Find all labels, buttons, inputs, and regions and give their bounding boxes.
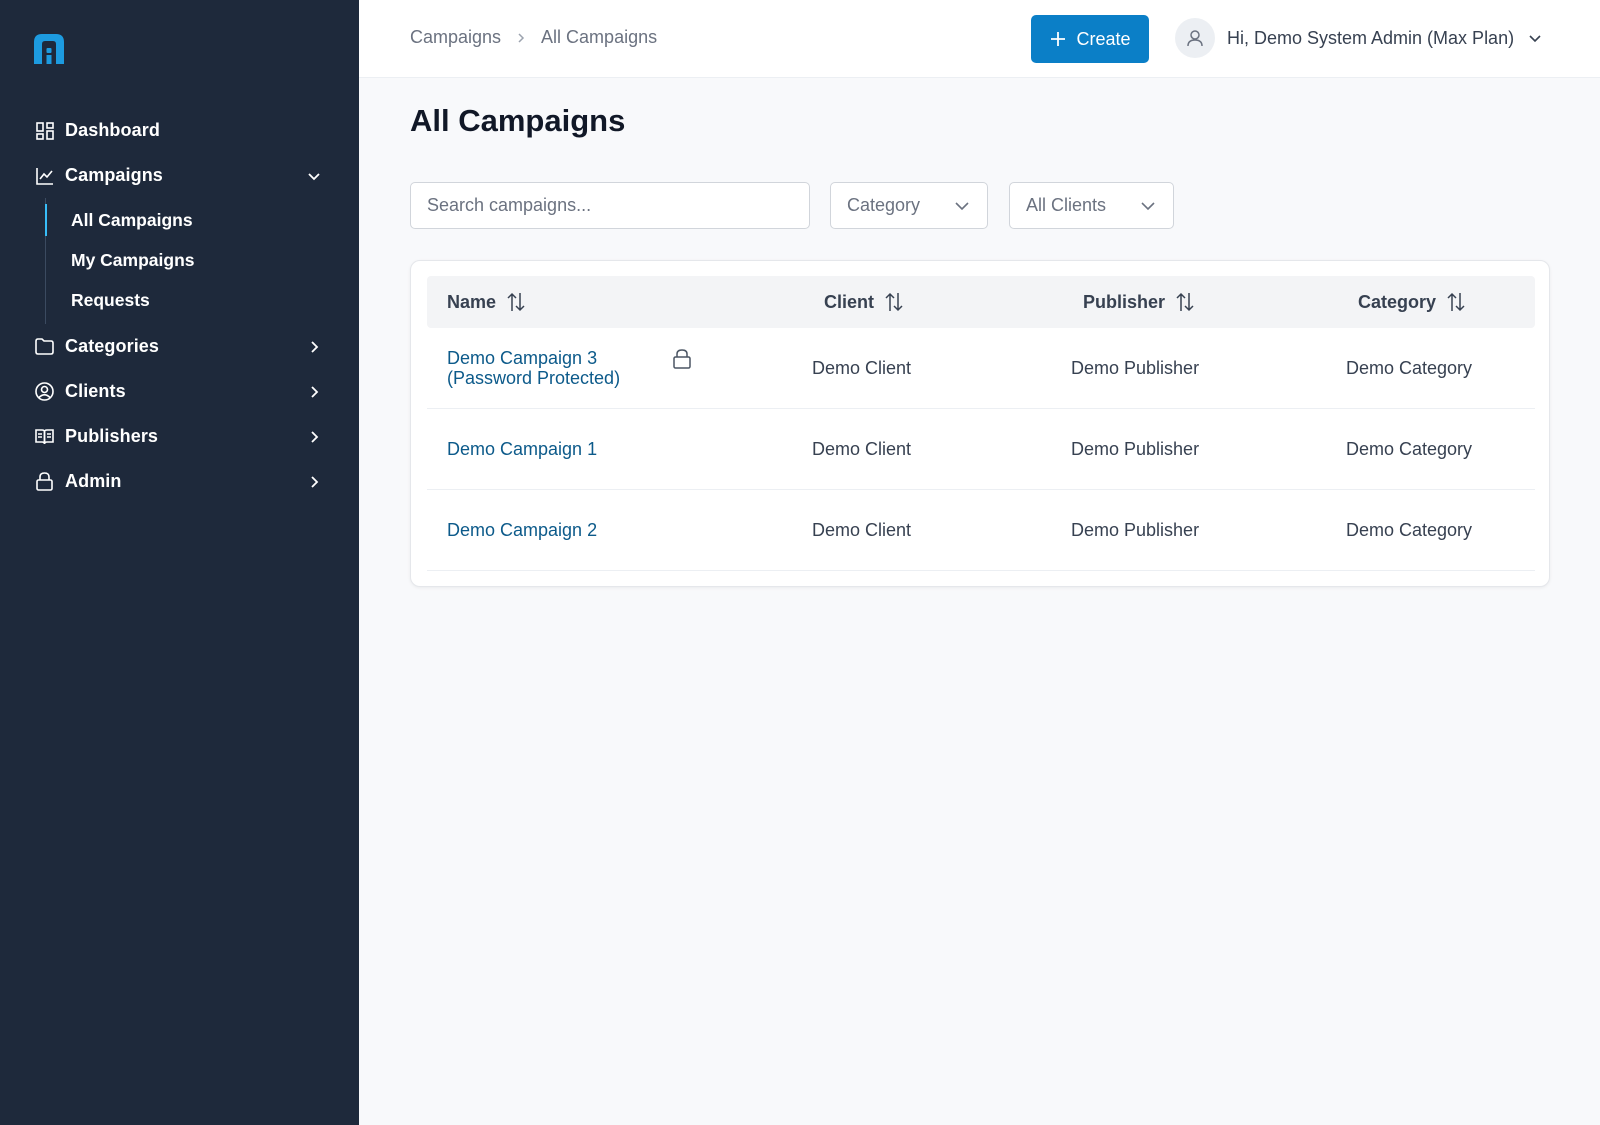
user-greeting: Hi, Demo System Admin (Max Plan) — [1227, 27, 1515, 48]
chart-icon — [35, 166, 54, 185]
campaign-name-line: Demo Campaign 3 — [447, 348, 598, 368]
client-filter-value: All Clients — [1026, 195, 1107, 215]
campaign-name-link[interactable]: Demo Campaign 3 (Password Protected) — [447, 328, 620, 408]
column-header-client[interactable]: Client — [824, 276, 904, 328]
app-logo[interactable] — [30, 30, 68, 68]
chevron-down-icon — [1529, 35, 1541, 43]
sidebar-item-label: Clients — [65, 381, 126, 401]
chevron-right-icon — [311, 340, 319, 353]
chevron-right-icon — [311, 475, 319, 488]
client-cell: Demo Client — [812, 519, 912, 540]
sidebar-item-admin[interactable]: Admin — [0, 459, 359, 504]
dashboard-icon — [35, 121, 54, 140]
sidebar-nav: Dashboard Campaigns All Campaigns My Cam… — [0, 108, 359, 504]
sidebar-item-categories[interactable]: Categories — [0, 324, 359, 369]
sidebar-subitem-all-campaigns[interactable]: All Campaigns — [45, 200, 359, 240]
campaign-name-link[interactable]: Demo Campaign 2 — [447, 490, 597, 570]
column-label: Publisher — [1083, 291, 1166, 312]
sort-icon — [1447, 292, 1465, 312]
sort-icon — [507, 292, 525, 312]
sort-icon — [885, 292, 903, 312]
column-label: Name — [447, 291, 497, 312]
top-bar: Campaigns All Campaigns Create Hi, Demo … — [359, 0, 1600, 78]
sidebar-item-dashboard[interactable]: Dashboard — [0, 108, 359, 153]
category-cell: Demo Category — [1346, 438, 1473, 459]
lock-icon — [673, 349, 691, 369]
client-filter-select[interactable]: All Clients — [1009, 182, 1174, 229]
sidebar-item-clients[interactable]: Clients — [0, 369, 359, 414]
chevron-down-icon — [955, 201, 969, 210]
publisher-cell: Demo Publisher — [1071, 357, 1200, 378]
page-title: All Campaigns — [410, 103, 626, 138]
breadcrumb: Campaigns All Campaigns — [410, 27, 657, 48]
create-button[interactable]: Create — [1031, 15, 1149, 63]
sort-icon — [1176, 292, 1194, 312]
client-cell: Demo Client — [812, 357, 912, 378]
column-header-name[interactable]: Name — [447, 276, 526, 328]
lock-icon — [35, 472, 54, 491]
user-menu[interactable]: Hi, Demo System Admin (Max Plan) — [1175, 18, 1542, 58]
sidebar-item-label: Campaigns — [65, 165, 163, 185]
breadcrumb-all-campaigns: All Campaigns — [541, 27, 658, 47]
chevron-down-icon — [308, 172, 320, 180]
category-filter-value: Category — [847, 195, 921, 215]
table-row[interactable]: Demo Campaign 2 Demo Client Demo Publish… — [427, 490, 1535, 571]
chevron-right-icon — [311, 385, 319, 398]
user-circle-icon — [35, 382, 54, 401]
column-label: Category — [1358, 291, 1437, 312]
sidebar-item-label: Categories — [65, 336, 160, 356]
campaign-name-line: (Password Protected) — [447, 368, 621, 388]
folder-icon — [35, 337, 54, 356]
campaigns-subnav: All Campaigns My Campaigns Requests — [45, 198, 359, 324]
table-row[interactable]: Demo Campaign 1 Demo Client Demo Publish… — [427, 409, 1535, 490]
category-filter-select[interactable]: Category — [830, 182, 988, 229]
campaign-name-link[interactable]: Demo Campaign 1 — [447, 409, 597, 489]
sidebar-item-campaigns[interactable]: Campaigns — [0, 153, 359, 198]
user-icon — [1187, 30, 1203, 47]
sidebar-item-label: Dashboard — [65, 120, 160, 140]
category-cell: Demo Category — [1346, 357, 1473, 378]
table-header: Name Client Publisher Category — [427, 276, 1535, 328]
plus-icon — [1051, 32, 1066, 46]
sidebar-subitem-my-campaigns[interactable]: My Campaigns — [46, 240, 359, 280]
campaigns-table: Name Client Publisher Category Demo Camp… — [410, 260, 1550, 587]
avatar — [1175, 18, 1215, 58]
search-input[interactable] — [410, 182, 810, 229]
column-label: Client — [824, 291, 875, 312]
create-button-label: Create — [1076, 28, 1131, 49]
book-icon — [35, 427, 54, 446]
sidebar-item-publishers[interactable]: Publishers — [0, 414, 359, 459]
chevron-right-icon — [311, 430, 319, 443]
sidebar: Dashboard Campaigns All Campaigns My Cam… — [0, 0, 359, 1125]
chevron-down-icon — [1141, 201, 1155, 210]
publisher-cell: Demo Publisher — [1071, 519, 1200, 540]
table-row[interactable]: Demo Campaign 3 (Password Protected) Dem… — [427, 328, 1535, 409]
client-cell: Demo Client — [812, 438, 912, 459]
sidebar-item-label: Admin — [65, 471, 122, 491]
column-header-category[interactable]: Category — [1358, 276, 1466, 328]
category-cell: Demo Category — [1346, 519, 1473, 540]
sidebar-item-label: Publishers — [65, 426, 159, 446]
sidebar-subitem-requests[interactable]: Requests — [46, 280, 359, 320]
column-header-publisher[interactable]: Publisher — [1083, 276, 1195, 328]
chevron-right-icon — [518, 32, 525, 43]
publisher-cell: Demo Publisher — [1071, 438, 1200, 459]
breadcrumb-campaigns[interactable]: Campaigns — [410, 27, 501, 48]
